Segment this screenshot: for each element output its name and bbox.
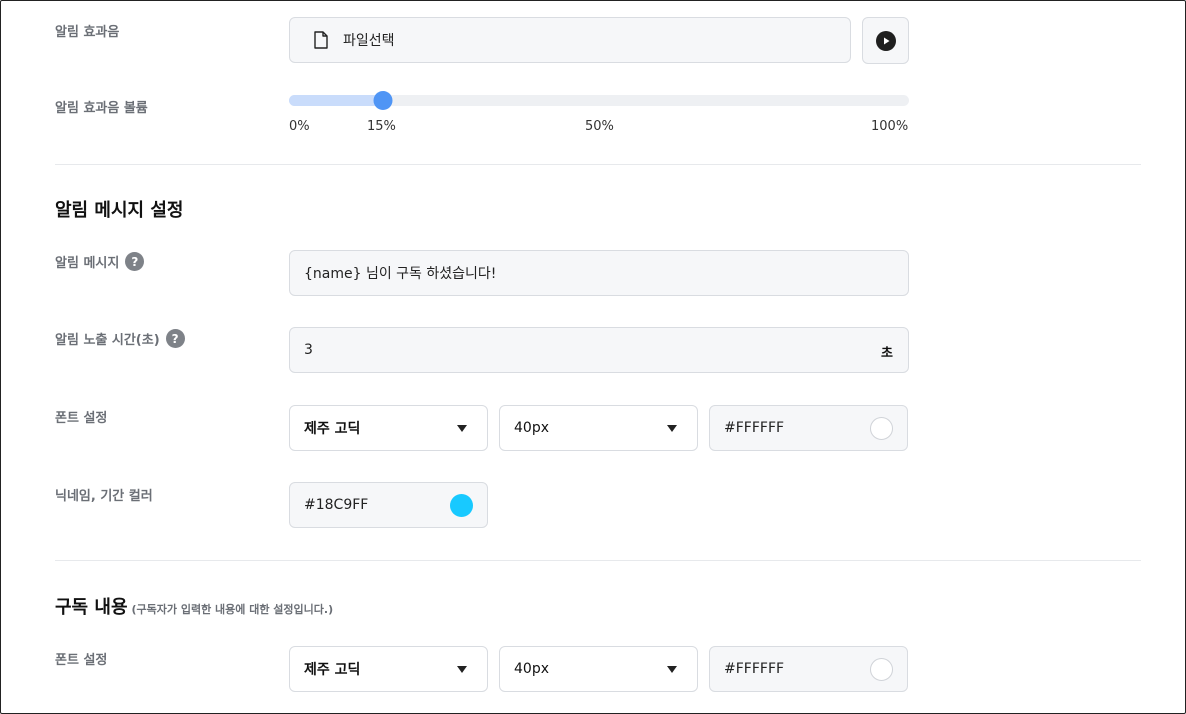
- divider: [55, 164, 1141, 165]
- dropdown-arrow-icon: [667, 666, 677, 673]
- file-select-label: 파일선택: [343, 33, 395, 49]
- volume-label: 알림 효과음 볼륨: [55, 101, 148, 116]
- nickname-color-swatch[interactable]: [450, 494, 473, 517]
- duration-input-value: 3: [304, 342, 313, 358]
- file-icon: [314, 31, 328, 49]
- font-color-picker[interactable]: #FFFFFF: [709, 405, 908, 451]
- message-input-value: {name} 님이 구독 하셨습니다!: [304, 266, 497, 282]
- nickname-color-value: #18C9FF: [304, 497, 369, 513]
- play-icon: [875, 30, 896, 51]
- message-section-title: 알림 메시지 설정: [55, 200, 184, 221]
- font-family-select[interactable]: 제주 고딕: [289, 405, 488, 451]
- font-color-value: #FFFFFF: [724, 420, 785, 436]
- subscribe-font-size-value: 40px: [514, 661, 549, 677]
- subscribe-font-size-select[interactable]: 40px: [499, 646, 698, 692]
- help-icon[interactable]: ?: [165, 329, 185, 348]
- volume-tick-15: 15%: [367, 119, 396, 134]
- settings-panel: 알림 효과음 파일선택 알림 효과음 볼륨 0% 15% 50% 100% 알림…: [0, 0, 1186, 714]
- message-label: 알림 메시지 ?: [55, 252, 145, 271]
- divider: [55, 560, 1141, 561]
- dropdown-arrow-icon: [457, 425, 467, 432]
- subscribe-font-color-swatch[interactable]: [870, 658, 893, 681]
- volume-tick-100: 100%: [871, 119, 909, 134]
- nickname-color-label: 닉네임, 기간 컬러: [55, 489, 153, 504]
- message-input[interactable]: {name} 님이 구독 하셨습니다!: [289, 250, 909, 296]
- font-settings-label: 폰트 설정: [55, 411, 108, 426]
- dropdown-arrow-icon: [667, 425, 677, 432]
- nickname-color-picker[interactable]: #18C9FF: [289, 482, 488, 528]
- file-select-button[interactable]: 파일선택: [289, 17, 851, 63]
- help-icon[interactable]: ?: [125, 252, 145, 271]
- subscribe-font-settings-label: 폰트 설정: [55, 653, 108, 668]
- volume-slider[interactable]: [289, 91, 909, 110]
- dropdown-arrow-icon: [457, 666, 467, 673]
- font-family-value: 제주 고딕: [304, 421, 361, 437]
- volume-slider-thumb[interactable]: [373, 91, 393, 110]
- font-color-swatch[interactable]: [870, 417, 893, 440]
- subscribe-font-family-value: 제주 고딕: [304, 662, 361, 678]
- subscribe-font-color-picker[interactable]: #FFFFFF: [709, 646, 908, 692]
- play-sound-button[interactable]: [862, 17, 909, 64]
- volume-tick-50: 50%: [585, 119, 614, 134]
- font-size-value: 40px: [514, 420, 549, 436]
- volume-tick-0: 0%: [289, 119, 310, 134]
- duration-label: 알림 노출 시간(초) ?: [55, 329, 185, 348]
- font-size-select[interactable]: 40px: [499, 405, 698, 451]
- sound-label: 알림 효과음: [55, 25, 120, 40]
- subscribe-font-color-value: #FFFFFF: [724, 661, 785, 677]
- subscribe-section-title: 구독 내용 (구독자가 입력한 내용에 대한 설정입니다.): [55, 597, 334, 618]
- duration-input[interactable]: 3 초: [289, 327, 909, 373]
- subscribe-font-family-select[interactable]: 제주 고딕: [289, 646, 488, 692]
- duration-unit: 초: [881, 346, 893, 361]
- subscribe-section-subtitle: (구독자가 입력한 내용에 대한 설정입니다.): [131, 603, 334, 616]
